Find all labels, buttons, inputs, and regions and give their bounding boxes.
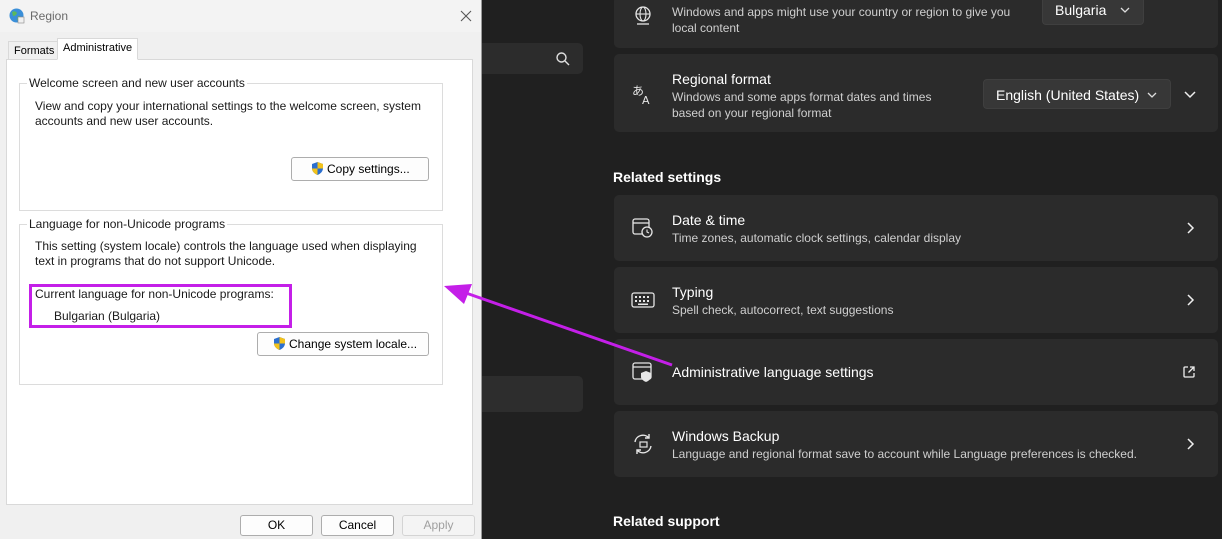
admin-shield-window-icon: [632, 362, 652, 382]
language-format-icon: あ A: [632, 84, 650, 106]
chevron-down-icon: [1147, 92, 1157, 98]
backup-sync-icon: [634, 434, 652, 454]
close-icon[interactable]: [458, 8, 474, 24]
non-unicode-description: This setting (system locale) controls th…: [35, 239, 417, 268]
country-region-dropdown[interactable]: Bulgaria: [1042, 0, 1144, 25]
settings-search-box[interactable]: [470, 43, 583, 74]
apply-button[interactable]: Apply: [402, 515, 475, 536]
related-date-time[interactable]: Date & time Time zones, automatic clock …: [614, 195, 1218, 261]
region-globe-icon: [9, 8, 25, 24]
non-unicode-legend: Language for non-Unicode programs: [27, 217, 228, 231]
regional-format-value: English (United States): [996, 87, 1140, 103]
chevron-down-icon: [1120, 7, 1130, 13]
uac-shield-icon: [312, 162, 323, 175]
related-typing[interactable]: Typing Spell check, autocorrect, text su…: [614, 267, 1218, 333]
typing-title: Typing: [672, 284, 714, 300]
chevron-right-icon: [1187, 294, 1195, 306]
welcome-screen-group: Welcome screen and new user accounts Vie…: [19, 76, 443, 211]
windows-backup-title: Windows Backup: [672, 428, 780, 444]
current-language-value: Bulgarian (Bulgaria): [54, 309, 161, 323]
svg-text:A: A: [642, 94, 650, 106]
globe-icon: [635, 6, 651, 25]
country-region-card: Windows and apps might use your country …: [614, 0, 1218, 48]
expand-chevron-icon[interactable]: [1184, 88, 1196, 100]
regional-format-title: Regional format: [672, 71, 771, 87]
date-time-title: Date & time: [672, 212, 746, 228]
regional-format-card[interactable]: あ A Regional format Windows and some app…: [614, 54, 1218, 132]
dialog-title: Region: [30, 9, 69, 23]
regional-format-subtitle: Windows and some apps format dates and t…: [672, 90, 932, 120]
dialog-titlebar[interactable]: Region: [0, 0, 481, 32]
change-system-locale-label: Change system locale...: [289, 337, 418, 351]
region-dialog: Region Formats Administrative Welcome sc…: [0, 0, 482, 539]
related-windows-backup[interactable]: Windows Backup Language and regional for…: [614, 411, 1218, 477]
windows-backup-subtitle: Language and regional format save to acc…: [672, 447, 1137, 461]
copy-settings-label: Copy settings...: [327, 162, 410, 176]
related-support-heading: Related support: [613, 513, 720, 529]
chevron-right-icon: [1187, 222, 1195, 234]
ok-button[interactable]: OK: [240, 515, 313, 536]
external-link-icon: [1183, 366, 1195, 378]
related-admin-language[interactable]: Administrative language settings: [614, 339, 1218, 405]
welcome-screen-legend: Welcome screen and new user accounts: [27, 76, 247, 90]
admin-language-title: Administrative language settings: [672, 364, 874, 380]
copy-settings-button[interactable]: Copy settings...: [291, 157, 429, 181]
related-settings-heading: Related settings: [613, 169, 722, 185]
keyboard-icon: [631, 292, 655, 308]
tab-formats[interactable]: Formats: [8, 41, 61, 59]
country-region-subtitle: Windows and apps might use your country …: [672, 5, 1011, 35]
current-language-label: Current language for non-Unicode program…: [35, 287, 274, 301]
chevron-right-icon: [1187, 438, 1195, 450]
change-system-locale-button[interactable]: Change system locale...: [257, 332, 429, 356]
cancel-button[interactable]: Cancel: [321, 515, 394, 536]
regional-format-dropdown[interactable]: English (United States): [983, 79, 1171, 109]
uac-shield-icon: [274, 337, 285, 350]
search-icon: [556, 52, 570, 66]
calendar-clock-icon: [632, 218, 653, 238]
typing-subtitle: Spell check, autocorrect, text suggestio…: [672, 303, 894, 317]
country-region-value: Bulgaria: [1055, 2, 1107, 18]
welcome-screen-description: View and copy your international setting…: [35, 99, 421, 128]
nav-selected-item[interactable]: [470, 376, 583, 412]
date-time-subtitle: Time zones, automatic clock settings, ca…: [672, 231, 962, 245]
tab-administrative[interactable]: Administrative: [57, 38, 139, 60]
